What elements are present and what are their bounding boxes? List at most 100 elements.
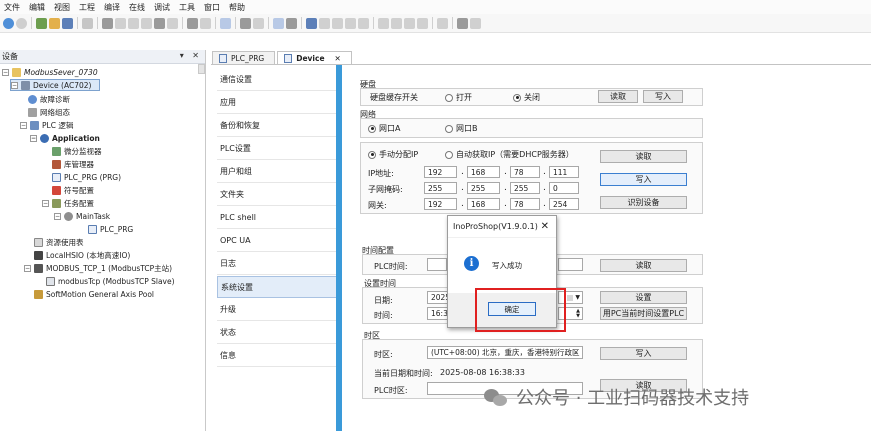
timezone-write-button[interactable]: 写入 (600, 347, 687, 360)
generate-code-icon[interactable] (286, 17, 297, 29)
open-folder-icon[interactable] (49, 17, 60, 29)
new-project-icon[interactable] (36, 17, 47, 29)
replace-icon[interactable] (200, 17, 211, 29)
gateway-octet-1[interactable]: 192 (424, 198, 457, 210)
tree-item-application[interactable]: − Application (30, 132, 100, 144)
tree-item-modbus-slave[interactable]: modbusTcp (ModbusTCP Slave) (46, 275, 175, 287)
undo-icon[interactable] (102, 17, 113, 29)
nav-log[interactable]: 日志 (217, 253, 338, 275)
collapse-toggle-icon[interactable]: − (2, 68, 9, 76)
window-icon[interactable] (220, 17, 231, 29)
build-icon[interactable] (273, 17, 284, 29)
tree-item-resource[interactable]: 资源使用表 (34, 236, 84, 248)
tree-item-axis-pool[interactable]: SoftMotion General Axis Pool (34, 288, 154, 300)
nav-backup-restore[interactable]: 备份和恢复 (217, 115, 338, 137)
tree-item-monitor[interactable]: 微分监视器 (52, 145, 102, 157)
stop-icon[interactable] (345, 17, 356, 29)
nav-status[interactable]: 状态 (217, 322, 338, 344)
nav-info[interactable]: 信息 (217, 345, 338, 367)
set-time-button[interactable]: 设置 (600, 291, 687, 304)
collapse-toggle-icon[interactable]: − (24, 264, 31, 272)
tree-item-maintask[interactable]: − MainTask (54, 210, 110, 222)
add-object-icon[interactable] (240, 17, 251, 29)
tree-item-plc-prg[interactable]: PLC_PRG (PRG) (52, 171, 121, 183)
menu-file[interactable]: 文件 (4, 2, 20, 13)
port-b-radio[interactable]: 网口B (445, 123, 478, 134)
close-icon[interactable]: ✕ (541, 221, 549, 232)
time-field[interactable]: 16:38 (427, 307, 449, 320)
login-icon[interactable] (306, 17, 317, 29)
collapse-toggle-icon[interactable]: − (42, 199, 49, 207)
run-icon[interactable] (332, 17, 343, 29)
step-into-icon[interactable] (391, 17, 402, 29)
timezone-select[interactable]: (UTC+08:00) 北京，重庆，香港特别行政区 (427, 346, 583, 359)
nav-application[interactable]: 应用 (217, 92, 338, 114)
disk-write-button[interactable]: 写入 (643, 90, 683, 103)
table-icon[interactable] (457, 17, 468, 29)
spin-down-icon[interactable]: ▼ (576, 314, 580, 319)
filter-icon[interactable] (470, 17, 481, 29)
menu-debug[interactable]: 调试 (154, 2, 170, 13)
watch-icon[interactable] (437, 17, 448, 29)
nav-users-groups[interactable]: 用户和组 (217, 161, 338, 183)
mask-octet-1[interactable]: 255 (424, 182, 457, 194)
nav-plc-shell[interactable]: PLC shell (217, 207, 338, 229)
tree-item-device[interactable]: − Device (AC702) (10, 79, 101, 91)
mask-octet-3[interactable]: 255 (510, 182, 540, 194)
ip-octet-2[interactable]: 168 (467, 166, 500, 178)
tree-item-plc-prg-call[interactable]: PLC_PRG (88, 223, 133, 235)
print-icon[interactable] (82, 17, 93, 29)
collapse-toggle-icon[interactable]: − (30, 134, 37, 142)
mask-octet-2[interactable]: 255 (467, 182, 500, 194)
panel-controls[interactable]: ▾ ✕ (180, 51, 202, 60)
collapse-toggle-icon[interactable]: − (54, 212, 61, 220)
forward-icon[interactable] (16, 17, 27, 29)
manual-ip-radio[interactable]: 手动分配IP (368, 149, 418, 160)
nav-comm-settings[interactable]: 通信设置 (217, 69, 338, 91)
reset-icon[interactable] (358, 17, 369, 29)
disk-close-radio[interactable]: 关闭 (513, 92, 540, 103)
nav-system-settings[interactable]: 系统设置 (217, 276, 338, 298)
save-icon[interactable] (62, 17, 73, 29)
delete-icon[interactable] (167, 17, 178, 29)
add-folder-icon[interactable] (253, 17, 264, 29)
tree-item-localhsio[interactable]: LocalHSIO (本地高速IO) (34, 249, 130, 261)
disk-read-button[interactable]: 读取 (598, 90, 638, 103)
breakpoint-icon[interactable] (417, 17, 428, 29)
step-out-icon[interactable] (404, 17, 415, 29)
nav-folders[interactable]: 文件夹 (217, 184, 338, 206)
cut-icon[interactable] (128, 17, 139, 29)
gateway-octet-3[interactable]: 78 (510, 198, 540, 210)
menu-edit[interactable]: 编辑 (29, 2, 45, 13)
back-icon[interactable] (3, 17, 14, 29)
tree-item-modbus-master[interactable]: − MODBUS_TCP_1 (ModbusTCP主站) (24, 262, 172, 274)
gateway-octet-2[interactable]: 168 (467, 198, 500, 210)
menu-view[interactable]: 视图 (54, 2, 70, 13)
collapse-toggle-icon[interactable]: − (11, 81, 18, 89)
plc-time-read-button[interactable]: 读取 (600, 259, 687, 272)
menu-build[interactable]: 编译 (104, 2, 120, 13)
port-a-radio[interactable]: 网口A (368, 123, 400, 134)
redo-icon[interactable] (115, 17, 126, 29)
menu-tools[interactable]: 工具 (179, 2, 195, 13)
nav-opc-ua[interactable]: OPC UA (217, 230, 338, 252)
nav-plc-settings[interactable]: PLC设置 (217, 138, 338, 160)
tree-item-plc-logic[interactable]: − PLC 逻辑 (20, 119, 73, 131)
ip-octet-1[interactable]: 192 (424, 166, 457, 178)
menu-window[interactable]: 窗口 (204, 2, 220, 13)
tree-item-symbol[interactable]: 符号配置 (52, 184, 94, 196)
paste-icon[interactable] (154, 17, 165, 29)
ip-octet-3[interactable]: 78 (510, 166, 540, 178)
tree-item-project[interactable]: − ModbusSever_0730 (2, 66, 98, 78)
nav-upgrade[interactable]: 升级 (217, 299, 338, 321)
tab-device[interactable]: Device ✕ (277, 51, 352, 64)
logout-icon[interactable] (319, 17, 330, 29)
network-write-button[interactable]: 写入 (600, 173, 687, 186)
ip-octet-4[interactable]: 111 (549, 166, 579, 178)
find-icon[interactable] (187, 17, 198, 29)
disk-open-radio[interactable]: 打开 (445, 92, 472, 103)
step-over-icon[interactable] (378, 17, 389, 29)
copy-icon[interactable] (141, 17, 152, 29)
tree-item-library[interactable]: 库管理器 (52, 158, 94, 170)
mask-octet-4[interactable]: 0 (549, 182, 579, 194)
